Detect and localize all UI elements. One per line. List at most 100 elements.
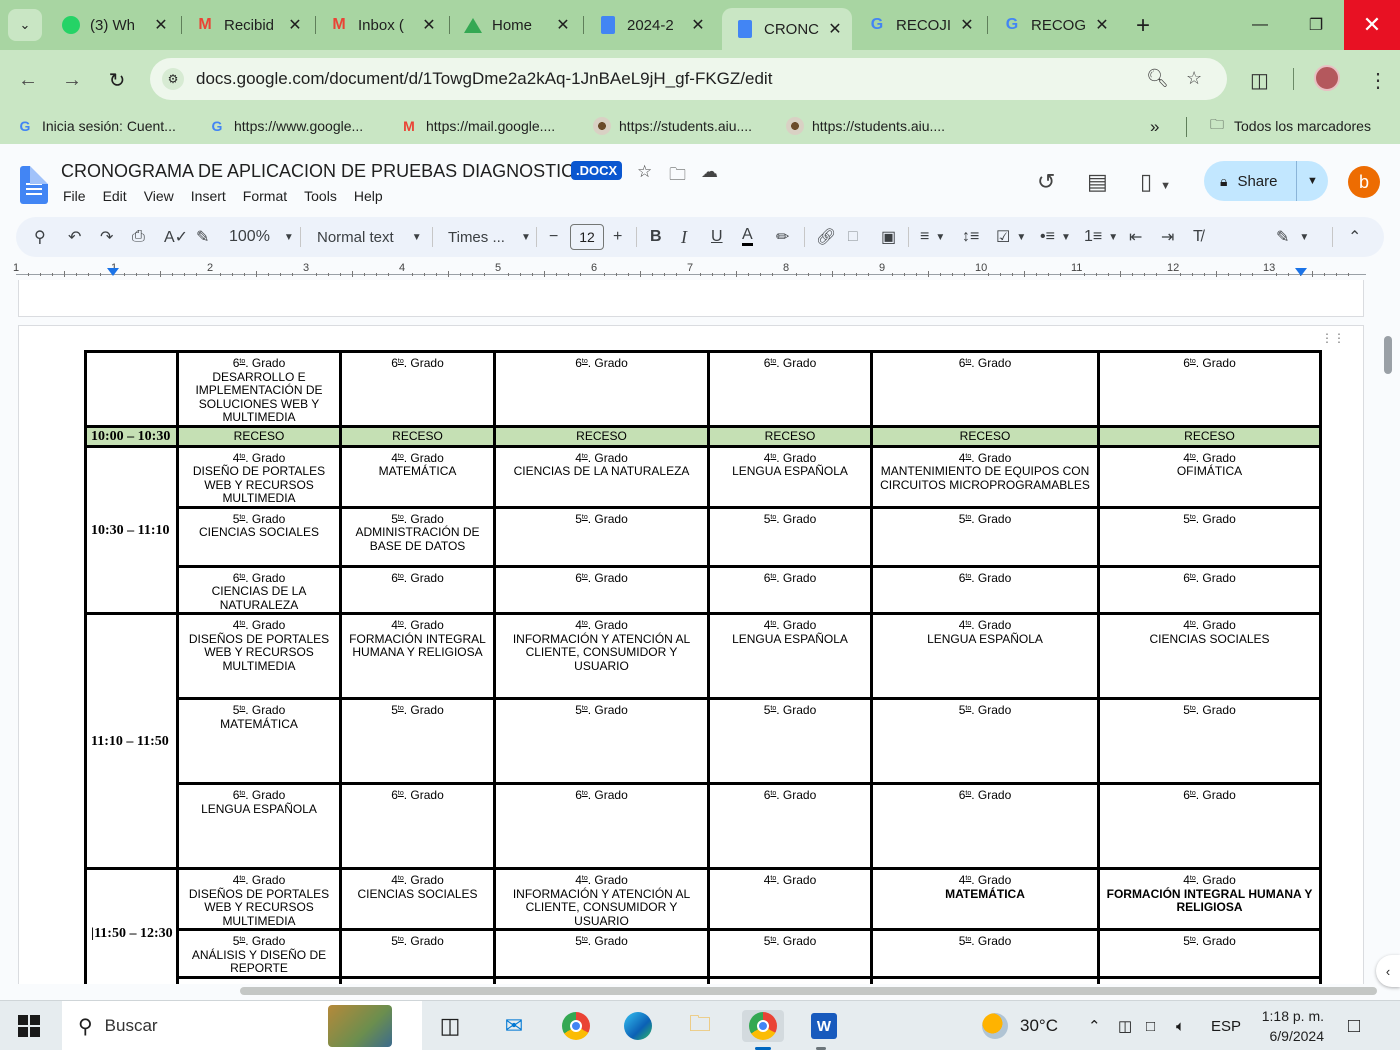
time-slot-cell[interactable]: |11:50 – 12:30 [84, 867, 179, 984]
menu-format[interactable]: Format [243, 188, 287, 204]
schedule-cell[interactable]: 6to. Grado [870, 782, 1100, 870]
docs-logo-icon[interactable] [20, 166, 48, 204]
table-drag-handle-icon[interactable]: ⋮⋮ [1321, 331, 1345, 345]
close-tab-icon[interactable]: ✕ [152, 15, 170, 35]
recess-cell[interactable]: RECESO [870, 424, 1100, 448]
browser-tab[interactable]: M Recibid ✕ [182, 8, 312, 42]
close-tab-icon[interactable]: ✕ [286, 15, 304, 35]
chrome-app-icon[interactable] [560, 1010, 592, 1042]
schedule-cell[interactable]: 6to. Grado [707, 564, 873, 615]
browser-tab[interactable]: CRONC ✕ [722, 8, 852, 50]
schedule-cell[interactable]: 6to. Grado [707, 975, 873, 984]
back-button[interactable]: ← [14, 66, 42, 94]
schedule-cell[interactable]: 6to. Grado [493, 782, 710, 870]
undo-icon[interactable]: ↶ [68, 226, 81, 248]
battery-icon[interactable]: ◫ [1118, 1001, 1132, 1050]
side-panel-toggle[interactable]: ‹ [1376, 955, 1400, 987]
underline-icon[interactable]: U [711, 226, 723, 248]
browser-tab[interactable]: Home ✕ [450, 8, 580, 42]
move-folder-icon[interactable]: 🗀︎ [669, 162, 686, 191]
schedule-cell[interactable]: 4to. Grado DISEÑO DE PORTALES WEB Y RECUR… [176, 444, 342, 509]
schedule-cell[interactable]: 6to. Grado [870, 564, 1100, 615]
bold-icon[interactable]: B [650, 226, 662, 248]
schedule-cell[interactable]: 6to. Grado [1097, 975, 1322, 984]
highlight-icon[interactable]: ✏︎ [776, 226, 789, 248]
zoom-icon[interactable]: 🔍︎ [1146, 68, 1169, 89]
task-view-icon[interactable]: ◫ [434, 1010, 466, 1042]
close-tab-icon[interactable]: ✕ [1093, 15, 1111, 35]
font-size-input[interactable]: 12 [570, 224, 604, 250]
recess-cell[interactable]: RECESO [1097, 424, 1322, 448]
schedule-cell[interactable]: 4to. Grado LENGUA ESPAÑOLA [707, 444, 873, 509]
schedule-cell[interactable]: 4to. Grado DISEÑOS DE PORTALES WEB Y RECU… [176, 867, 342, 931]
schedule-table[interactable]: 6to. Grado DESARROLLO E IMPLEMENTACIÓN DE… [84, 350, 1322, 984]
schedule-cell[interactable]: 4to. Grado CIENCIAS DE LA NATURALEZA [493, 444, 710, 509]
close-tab-icon[interactable]: ✕ [420, 15, 438, 35]
print-icon[interactable]: ⎙ [132, 226, 145, 248]
zoom-select[interactable]: 100% ▼ [229, 226, 294, 248]
schedule-cell[interactable]: 5to. Grado [493, 505, 710, 568]
schedule-cell[interactable]: 5to. Grado [339, 697, 496, 785]
schedule-cell[interactable]: 6to. Grado [339, 782, 496, 870]
document-title[interactable]: CRONOGRAMA DE APLICACION DE PRUEBAS DIAG… [61, 161, 586, 182]
schedule-cell[interactable]: 6to. Grado DESARROLLO E IMPLEMENTACIÓN DE… [176, 350, 342, 428]
schedule-cell[interactable]: 5to. Grado [707, 505, 873, 568]
bookmark-star-icon[interactable]: ☆ [1186, 68, 1202, 89]
browser-tab[interactable]: G RECOJI ✕ [854, 8, 984, 42]
bookmark-item[interactable]: https://students.aiu.... [593, 117, 752, 135]
link-icon[interactable]: 🔗︎ [816, 226, 836, 248]
schedule-cell[interactable]: 6to. Grado [870, 350, 1100, 428]
address-bar[interactable]: ⚙ docs.google.com/document/d/1TowgDme2a2… [150, 58, 1227, 100]
clear-formatting-icon[interactable]: T̸ [1193, 226, 1203, 248]
chrome-profile-app-icon[interactable] [742, 1010, 784, 1042]
site-info-icon[interactable]: ⚙ [162, 68, 184, 90]
browser-tab[interactable]: (3) Wh ✕ [48, 8, 178, 42]
share-button[interactable]: 🔒︎ Share ▼ [1204, 161, 1328, 201]
schedule-cell[interactable]: 4to. Grado LENGUA ESPAÑOLA [870, 612, 1100, 700]
all-bookmarks-button[interactable]: 🗀︎ Todos los marcadores [1208, 116, 1371, 135]
taskbar-clock[interactable]: 1:18 p. m. 6/9/2024 [1256, 1006, 1324, 1046]
schedule-cell[interactable]: 4to. Grado MATEMÁTICA [870, 867, 1100, 931]
more-bookmarks-button[interactable]: » [1150, 117, 1159, 137]
schedule-cell[interactable]: 4to. Grado FORMACIÓN INTEGRAL HUMANA Y RE… [1097, 867, 1322, 931]
bookmark-item[interactable]: https://students.aiu.... [786, 117, 945, 135]
align-icon[interactable]: ≡ ▼ [920, 226, 945, 248]
schedule-cell[interactable]: 4to. Grado MANTENIMIENTO DE EQUIPOS CON C… [870, 444, 1100, 509]
browser-tab[interactable]: G RECOG ✕ [989, 8, 1119, 42]
schedule-cell[interactable]: 5to. Grado MATEMÁTICA [176, 697, 342, 785]
close-tab-icon[interactable]: ✕ [554, 15, 572, 35]
schedule-cell[interactable]: 5to. Grado [493, 928, 710, 979]
time-slot-cell[interactable] [84, 350, 179, 428]
text-color-icon[interactable]: A [742, 226, 753, 246]
schedule-cell[interactable]: 5to. Grado [339, 928, 496, 979]
restore-button[interactable]: ❐ [1288, 0, 1344, 50]
schedule-cell[interactable]: 6to. Grado [1097, 350, 1322, 428]
schedule-cell[interactable]: 6to. Grado [493, 975, 710, 984]
new-tab-button[interactable]: + [1130, 12, 1156, 40]
schedule-cell[interactable]: 6to. Grado [176, 975, 342, 984]
schedule-cell[interactable]: 5to. Grado [870, 928, 1100, 979]
spellcheck-icon[interactable]: A✓ [164, 226, 188, 248]
schedule-cell[interactable]: 5to. Grado [1097, 928, 1322, 979]
close-tab-icon[interactable]: ✕ [826, 19, 844, 39]
schedule-cell[interactable]: 5to. Grado ADMINISTRACIÓN DE BASE DE DATO… [339, 505, 496, 568]
paint-format-icon[interactable]: ✎ [196, 226, 209, 248]
file-explorer-icon[interactable]: 🗀︎ [684, 1010, 716, 1042]
decrease-font-size-icon[interactable]: − [549, 226, 558, 248]
close-tab-icon[interactable]: ✕ [689, 15, 707, 35]
numbered-list-icon[interactable]: 1≡ ▼ [1084, 226, 1118, 248]
forward-button[interactable]: → [58, 66, 86, 94]
recess-cell[interactable]: RECESO [707, 424, 873, 448]
share-dropdown-icon[interactable]: ▼ [1295, 161, 1328, 201]
recess-cell[interactable]: RECESO [493, 424, 710, 448]
schedule-cell[interactable]: 6to. Grado [339, 350, 496, 428]
mail-app-icon[interactable]: ✉ [498, 1010, 530, 1042]
chrome-menu-icon[interactable]: ⋮ [1368, 68, 1388, 93]
account-avatar[interactable]: b [1348, 166, 1380, 198]
word-app-icon[interactable]: W [808, 1010, 840, 1042]
schedule-cell[interactable]: 4to. Grado CIENCIAS SOCIALES [1097, 612, 1322, 700]
browser-tab[interactable]: 2024-2 ✕ [585, 8, 715, 42]
schedule-cell[interactable]: 4to. Grado INFORMACIÓN Y ATENCIÓN AL CLIE… [493, 867, 710, 931]
right-indent-marker[interactable] [1295, 268, 1307, 276]
time-slot-cell[interactable]: 11:10 – 11:50 [84, 612, 179, 870]
